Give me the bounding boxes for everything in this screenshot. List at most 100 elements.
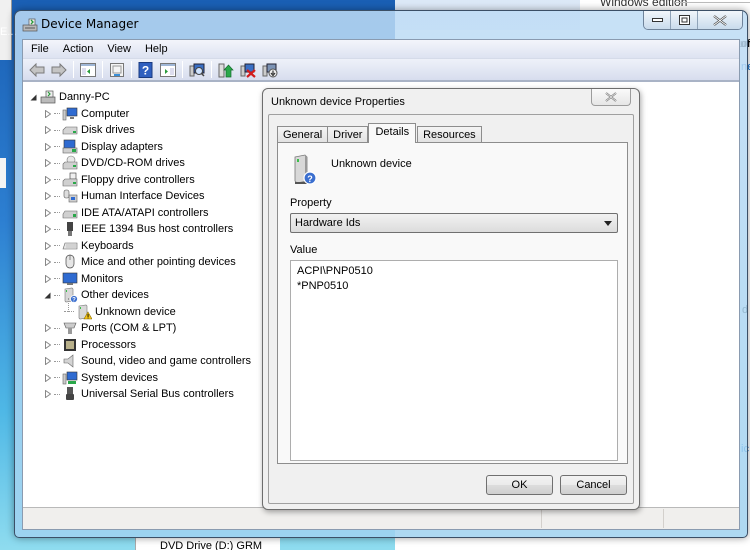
expand-arrow-icon[interactable] (44, 357, 51, 365)
tree-connector-line (68, 297, 69, 312)
tree-root-danny-pc[interactable]: Danny-PC (29, 89, 110, 105)
value-item[interactable]: ACPI\PNP0510 (297, 264, 611, 279)
tree-item-disk-drives[interactable]: Disk drives (43, 122, 135, 138)
expand-arrow-icon[interactable] (44, 159, 51, 167)
help-button[interactable]: ? (135, 60, 157, 80)
tree-item-dvd-cd-rom-drives[interactable]: DVD/CD-ROM drives (43, 155, 185, 171)
tab-driver[interactable]: Driver (327, 126, 369, 143)
expand-arrow-icon[interactable] (44, 258, 51, 266)
tree-item-ieee-1394-bus-host-controllers[interactable]: IEEE 1394 Bus host controllers (43, 221, 233, 237)
toolbar-separator (73, 61, 74, 78)
tree-item-sound-video-and-game-controllers[interactable]: Sound, video and game controllers (43, 353, 251, 369)
device-manager-icon (22, 18, 38, 32)
computer-root-icon (40, 90, 56, 104)
expand-arrow-icon[interactable] (44, 109, 51, 118)
collapse-arrow-icon[interactable] (44, 292, 51, 299)
minimize-button[interactable] (644, 11, 671, 29)
close-button[interactable] (698, 11, 742, 29)
tree-item-label: Mice and other pointing devices (81, 256, 236, 268)
disable-icon (262, 63, 278, 77)
tree-item-label: IDE ATA/ATAPI controllers (81, 206, 209, 219)
menu-file[interactable]: File (23, 43, 55, 55)
value-list[interactable]: ACPI\PNP0510 *PNP0510 (290, 260, 618, 461)
dvd-drive-icon (62, 155, 78, 170)
property-label: Property (290, 197, 332, 209)
tree-item-mice-and-other-pointing-devices[interactable]: Mice and other pointing devices (43, 254, 236, 270)
hid-icon (63, 189, 78, 203)
expand-arrow-icon[interactable] (44, 126, 51, 134)
tree-item-computer[interactable]: Computer (43, 106, 129, 122)
forward-button[interactable] (48, 60, 70, 80)
uninstall-button[interactable] (237, 60, 259, 80)
tree-item-other-devices[interactable]: ? Other devices (43, 287, 149, 303)
property-select[interactable]: Hardware Ids (290, 213, 618, 233)
ok-button[interactable]: OK (486, 475, 553, 495)
menu-view[interactable]: View (99, 43, 137, 55)
menu-bar: File Action View Help (23, 40, 739, 59)
toolbar: ? (23, 59, 739, 82)
expand-arrow-icon[interactable] (44, 324, 51, 332)
properties-icon (110, 62, 124, 77)
expand-arrow-icon[interactable] (44, 208, 51, 217)
expand-arrow-icon[interactable] (44, 340, 51, 349)
usb-icon (66, 387, 74, 400)
keyboard-icon (62, 242, 78, 249)
scan-hardware-button[interactable] (186, 60, 208, 80)
menu-action[interactable]: Action (55, 43, 100, 55)
collapse-arrow-icon[interactable] (30, 94, 37, 101)
expand-arrow-icon[interactable] (44, 373, 51, 382)
floppy-controller-icon (62, 172, 78, 186)
show-hide-action-pane-icon (160, 62, 176, 77)
cancel-button[interactable]: Cancel (560, 475, 627, 495)
tab-resources[interactable]: Resources (417, 126, 482, 143)
tree-item-child-unknown-device[interactable]: Unknown device (64, 304, 176, 320)
update-driver-button[interactable] (215, 60, 237, 80)
tree-item-label: Universal Serial Bus controllers (81, 388, 234, 400)
show-hide-console-tree-icon (80, 62, 96, 77)
tree-item-display-adapters[interactable]: Display adapters (43, 139, 163, 155)
tree-item-label: Computer (81, 107, 130, 120)
expand-arrow-icon[interactable] (44, 142, 51, 151)
disable-button[interactable] (259, 60, 281, 80)
tree-item-processors[interactable]: Processors (43, 337, 136, 353)
expand-arrow-icon[interactable] (44, 175, 51, 184)
expand-arrow-icon[interactable] (44, 225, 51, 233)
menu-help[interactable]: Help (137, 43, 174, 55)
processor-icon (64, 338, 76, 351)
device-name: Unknown device (331, 158, 412, 170)
tree-item-human-interface-devices[interactable]: Human Interface Devices (43, 188, 205, 204)
tree-item-monitors[interactable]: Monitors (43, 271, 123, 287)
back-button[interactable] (26, 60, 48, 80)
title-bar[interactable]: Device Manager (15, 11, 747, 37)
maximize-button[interactable] (671, 11, 698, 29)
tree-item-floppy-drive-controllers[interactable]: Floppy drive controllers (43, 172, 195, 188)
expand-arrow-icon[interactable] (44, 390, 51, 398)
tree-item-ports-com-lpt[interactable]: Ports (COM & LPT) (43, 320, 176, 336)
status-bar (23, 507, 739, 529)
tree-item-keyboards[interactable]: Keyboards (43, 238, 134, 254)
dialog-close-button[interactable] (591, 89, 631, 106)
tree-item-universal-serial-bus-controllers[interactable]: Universal Serial Bus controllers (43, 386, 234, 402)
properties-button[interactable] (106, 60, 128, 80)
expand-arrow-icon[interactable] (44, 274, 51, 283)
tree-item-label: Display adapters (81, 140, 163, 153)
show-hide-console-tree-button[interactable] (77, 60, 99, 80)
tab-details[interactable]: Details (368, 123, 417, 143)
dialog-title: Unknown device Properties (271, 96, 405, 108)
unknown-device-warning-icon (78, 304, 92, 319)
tab-general[interactable]: General (277, 126, 329, 143)
tab-strip: General Driver Details Resources (277, 123, 482, 143)
expand-arrow-icon[interactable] (44, 192, 51, 200)
computer-icon (62, 107, 78, 120)
expand-arrow-icon[interactable] (44, 241, 51, 250)
tree-item-system-devices[interactable]: System devices (43, 370, 158, 386)
tree-item-label: Ports (COM & LPT) (81, 322, 177, 334)
restore-icon (678, 15, 690, 25)
scan-hardware-icon (189, 63, 205, 77)
show-hide-action-pane-button[interactable] (157, 60, 179, 80)
ieee1394-icon (67, 222, 73, 236)
svg-text:?: ? (142, 63, 149, 77)
properties-dialog: Unknown device Properties General Driver… (262, 88, 640, 510)
value-item[interactable]: *PNP0510 (297, 279, 611, 294)
tree-item-ide-ata-atapi-controllers[interactable]: IDE ATA/ATAPI controllers (43, 205, 209, 221)
